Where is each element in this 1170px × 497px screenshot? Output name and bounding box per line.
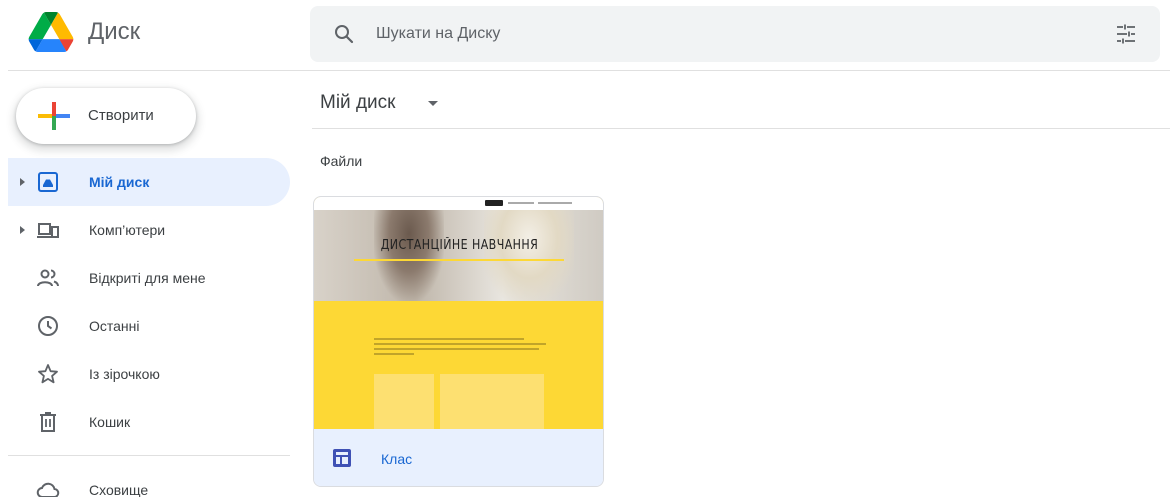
sidebar-item-label: Мій диск <box>89 174 150 190</box>
sidebar-item-my-drive[interactable]: Мій диск <box>8 158 290 206</box>
clock-icon <box>38 316 58 336</box>
thumbnail-person <box>484 205 574 301</box>
app-brand[interactable]: Диск <box>88 18 140 46</box>
top-bar: Диск <box>0 0 1170 70</box>
header-divider <box>8 70 1170 71</box>
sidebar-item-label: Останні <box>89 318 140 334</box>
sidebar-item-label: Відкриті для мене <box>89 270 206 286</box>
file-card[interactable]: ДИСТАНЦІЙНЕ НАВЧАННЯ Клас <box>313 196 604 487</box>
thumbnail-text-line <box>374 343 546 345</box>
sidebar-item-trash[interactable]: Кошик <box>8 398 290 446</box>
thumbnail-underline <box>354 259 564 261</box>
file-thumbnail: ДИСТАНЦІЙНЕ НАВЧАННЯ <box>314 197 603 429</box>
file-name: Клас <box>381 451 413 467</box>
main-divider <box>312 128 1170 129</box>
search-bar[interactable] <box>310 6 1160 62</box>
expand-arrow-icon[interactable] <box>20 226 25 234</box>
section-title-files: Файли <box>320 153 363 169</box>
search-icon[interactable] <box>332 22 356 46</box>
sidebar-item-label: Із зірочкою <box>89 366 160 382</box>
sidebar-item-starred[interactable]: Із зірочкою <box>8 350 290 398</box>
thumbnail-nav-link <box>508 202 534 204</box>
sidebar-item-label: Комп’ютери <box>89 222 166 238</box>
thumbnail-text-line <box>374 348 539 350</box>
thumbnail-nav-pill <box>485 200 503 206</box>
expand-arrow-icon[interactable] <box>20 178 25 186</box>
thumbnail-card-block <box>440 374 544 429</box>
thumbnail-text-line <box>374 338 524 340</box>
cloud-icon <box>36 482 60 497</box>
file-card-footer: Клас <box>314 429 603 486</box>
sidebar-item-recent[interactable]: Останні <box>8 302 290 350</box>
sidebar-item-computers[interactable]: Комп’ютери <box>8 206 290 254</box>
thumbnail-person <box>374 205 444 301</box>
chevron-down-icon[interactable] <box>428 101 438 106</box>
shared-with-me-icon <box>37 269 59 287</box>
sidebar-item-label: Кошик <box>89 414 131 430</box>
search-input[interactable] <box>376 6 1076 62</box>
trash-icon <box>40 412 56 432</box>
thumbnail-card-block <box>374 374 434 429</box>
star-icon <box>38 364 58 384</box>
google-sites-icon <box>333 449 351 467</box>
search-options-icon[interactable] <box>1114 22 1138 46</box>
sidebar-item-shared-with-me[interactable]: Відкриті для мене <box>8 254 290 302</box>
plus-icon <box>38 102 70 130</box>
thumbnail-text-line <box>374 353 414 355</box>
thumbnail-nav-link <box>538 202 572 204</box>
create-button-label: Створити <box>88 107 154 124</box>
thumbnail-site-header <box>314 197 603 210</box>
sidebar-item-label: Сховище <box>89 482 149 497</box>
sidebar-item-storage[interactable]: Сховище <box>8 466 290 497</box>
sidebar-divider <box>8 455 290 456</box>
breadcrumb-my-drive[interactable]: Мій диск <box>320 92 395 114</box>
computers-icon <box>37 223 59 238</box>
google-drive-logo[interactable] <box>28 12 74 52</box>
thumbnail-headline: ДИСТАНЦІЙНЕ НАВЧАННЯ <box>380 238 539 253</box>
my-drive-icon <box>38 172 58 192</box>
create-button[interactable]: Створити <box>16 88 196 144</box>
